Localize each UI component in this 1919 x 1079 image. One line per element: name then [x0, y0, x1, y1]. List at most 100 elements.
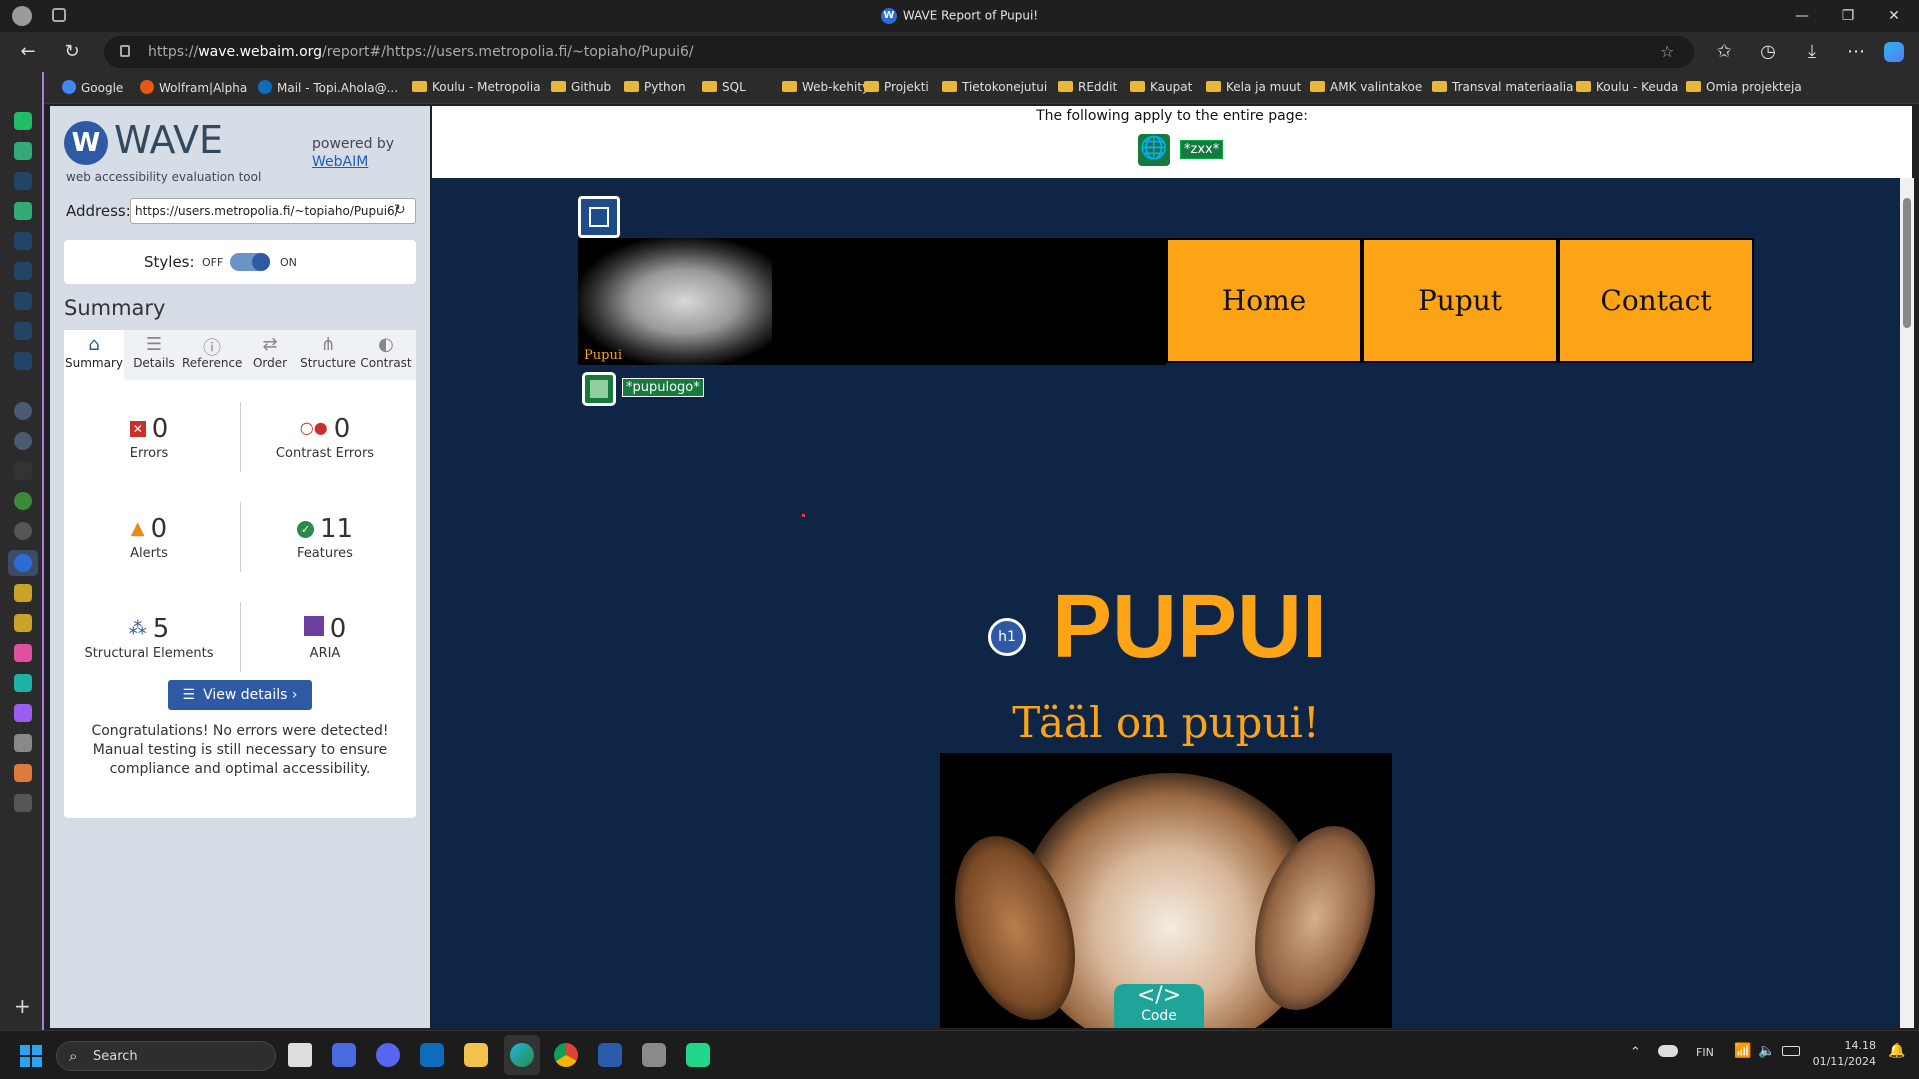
bookmark-item[interactable]: Python — [624, 80, 686, 94]
tab-icon[interactable] — [14, 172, 32, 190]
clock-date[interactable]: 01/11/2024 — [1812, 1055, 1876, 1068]
edge-icon[interactable] — [510, 1043, 534, 1067]
alerts-stat[interactable]: ▲ 0 Alerts — [64, 514, 234, 561]
bookmark-item[interactable]: REddit — [1058, 80, 1117, 94]
bookmark-item[interactable]: Mail - Topi.Ahola@... — [258, 80, 398, 95]
language-indicator[interactable]: FIN — [1696, 1046, 1714, 1059]
bookmark-item[interactable]: Projekti — [864, 80, 929, 94]
minimize-button[interactable]: — — [1779, 0, 1825, 32]
tab-icon[interactable] — [14, 584, 32, 602]
calculator-icon[interactable] — [642, 1043, 666, 1067]
notifications-icon[interactable]: 🔔 — [1888, 1043, 1905, 1059]
bookmark-item[interactable]: Kaupat — [1130, 80, 1192, 94]
tab-structure[interactable]: ⋔ Structure — [298, 330, 358, 380]
show-hidden-icons[interactable]: ⌃ — [1630, 1045, 1641, 1060]
bookmark-item[interactable]: AMK valintakoe — [1310, 80, 1422, 94]
tab-reference[interactable]: ⓘ Reference — [182, 330, 242, 380]
contrast-errors-stat[interactable]: ○● 0 Contrast Errors — [240, 414, 410, 461]
language-badge[interactable]: *zxx* — [1180, 140, 1224, 159]
tab-icon[interactable] — [14, 644, 32, 662]
tab-summary[interactable]: ⌂ Summary — [64, 330, 124, 380]
discord-icon[interactable] — [376, 1043, 400, 1067]
view-details-button[interactable]: ☰ View details › — [168, 680, 312, 710]
tab-icon[interactable] — [14, 794, 32, 812]
tab-icon[interactable] — [14, 142, 32, 160]
structural-stat[interactable]: ⁂ 5 Structural Elements — [64, 614, 234, 661]
task-view-icon[interactable] — [288, 1043, 312, 1067]
code-toggle-button[interactable]: </> Code — [1114, 984, 1204, 1028]
restore-button[interactable]: ❐ — [1825, 0, 1871, 32]
aria-stat[interactable]: 0 ARIA — [240, 614, 410, 661]
tab-icon[interactable] — [14, 402, 32, 420]
url-text[interactable]: https://wave.webaim.org/report#/https://… — [148, 44, 694, 60]
downloads-icon[interactable]: ⤓ — [1800, 40, 1824, 64]
store-icon[interactable] — [332, 1043, 356, 1067]
scrollbar-thumb[interactable] — [1903, 198, 1911, 328]
styles-toggle[interactable] — [230, 253, 270, 271]
bookmark-item[interactable]: Github — [551, 80, 611, 94]
nav-contact[interactable]: Contact — [1558, 238, 1754, 363]
volume-icon[interactable]: 🔈 — [1758, 1043, 1775, 1059]
image-alt-icon[interactable] — [582, 372, 616, 406]
more-menu-icon[interactable]: ⋯ — [1844, 40, 1868, 64]
features-stat[interactable]: ✓ 11 Features — [240, 514, 410, 561]
tab-contrast[interactable]: ◐ Contrast — [356, 330, 416, 380]
bookmark-item[interactable]: Koulu - Metropolia — [412, 80, 541, 94]
clock-time[interactable]: 14.18 — [1812, 1039, 1877, 1052]
header-region-icon[interactable] — [578, 196, 620, 238]
tab-details[interactable]: ☰ Details — [124, 330, 184, 380]
bookmark-item[interactable]: Koulu - Keuda — [1576, 80, 1678, 94]
file-explorer-icon[interactable] — [464, 1043, 488, 1067]
nav-home[interactable]: Home — [1166, 238, 1362, 363]
bookmark-item[interactable]: Tietokonejutui — [942, 80, 1047, 94]
bookmark-item[interactable]: Transval materiaalia — [1432, 80, 1573, 94]
outlook-icon[interactable] — [420, 1043, 444, 1067]
favorite-star-icon[interactable]: ☆ — [1660, 42, 1674, 61]
address-bar[interactable]: https://wave.webaim.org/report#/https://… — [104, 36, 1694, 68]
logo-alt-badge[interactable]: *pupulogo* — [622, 378, 704, 397]
battery-icon[interactable] — [1782, 1046, 1800, 1056]
chrome-icon[interactable] — [554, 1043, 578, 1067]
bookmark-item[interactable]: Google — [62, 80, 123, 95]
close-button[interactable]: ✕ — [1871, 0, 1917, 32]
tab-icon[interactable] — [14, 764, 32, 782]
page-scrollbar[interactable] — [1900, 178, 1914, 1028]
tab-icon[interactable] — [14, 202, 32, 220]
tab-icon[interactable] — [14, 232, 32, 250]
tab-icon[interactable] — [14, 522, 32, 540]
refresh-icon[interactable]: ↻ — [60, 40, 84, 64]
copilot-icon[interactable] — [1884, 42, 1904, 62]
tab-icon[interactable] — [14, 734, 32, 752]
history-icon[interactable]: ◷ — [1756, 40, 1780, 64]
lock-icon[interactable] — [120, 45, 130, 57]
tab-icon[interactable] — [14, 674, 32, 692]
tab-icon[interactable] — [14, 292, 32, 310]
address-input[interactable]: https://users.metropolia.fi/~topiaho/Pup… — [130, 198, 416, 224]
wifi-icon[interactable]: 📶 — [1734, 1043, 1751, 1059]
wave-tab-icon[interactable] — [14, 554, 32, 572]
language-globe-icon[interactable]: 🌐 — [1138, 134, 1170, 166]
bookmark-item[interactable]: Omia projekteja — [1686, 80, 1802, 94]
tab-icon[interactable] — [14, 462, 32, 480]
favorites-icon[interactable]: ✩ — [1712, 40, 1736, 64]
tab-icon[interactable] — [14, 262, 32, 280]
tab-icon[interactable] — [14, 112, 32, 130]
pycharm-icon[interactable] — [686, 1043, 710, 1067]
tab-icon[interactable] — [14, 322, 32, 340]
reload-address-icon[interactable]: ↻ — [394, 202, 406, 218]
tab-icon[interactable] — [14, 704, 32, 722]
back-icon[interactable]: ← — [16, 40, 40, 64]
search-box[interactable]: ⌕ Search — [56, 1041, 276, 1071]
bookmark-item[interactable]: Wolfram|Alpha — [140, 80, 247, 95]
tab-order[interactable]: ⇄ Order — [240, 330, 300, 380]
terminal-icon[interactable] — [598, 1043, 622, 1067]
tab-icon[interactable] — [14, 432, 32, 450]
tab-icon[interactable] — [14, 614, 32, 632]
start-button[interactable] — [20, 1045, 42, 1067]
bookmark-item[interactable]: Kela ja muut — [1206, 80, 1301, 94]
bookmark-item[interactable]: SQL — [702, 80, 746, 94]
onedrive-icon[interactable] — [1658, 1045, 1678, 1057]
new-tab-icon[interactable]: + — [14, 994, 31, 1018]
nav-puput[interactable]: Puput — [1362, 238, 1558, 363]
errors-stat[interactable]: ✕ 0 Errors — [64, 414, 234, 461]
